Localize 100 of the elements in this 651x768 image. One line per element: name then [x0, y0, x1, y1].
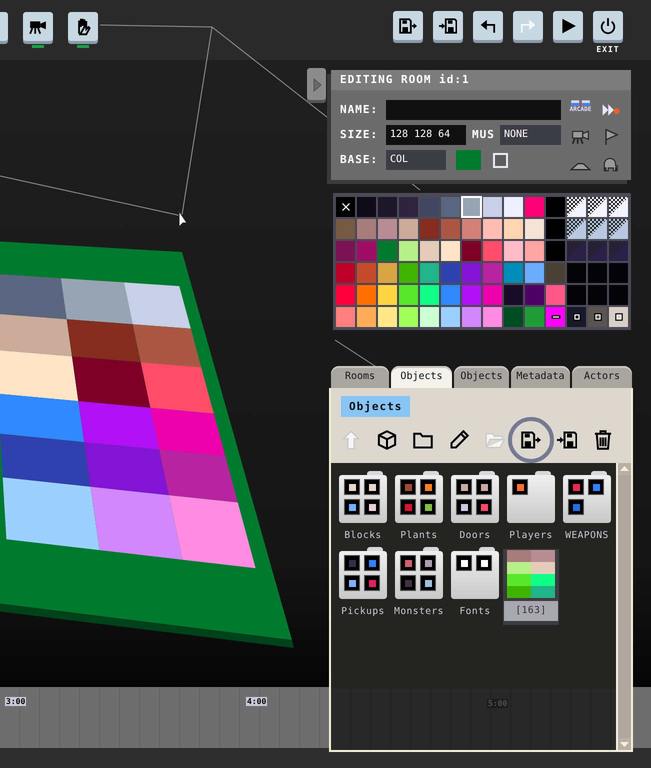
color-swatch[interactable]: [504, 307, 523, 327]
play-button[interactable]: [553, 11, 583, 40]
color-swatch[interactable]: [336, 285, 355, 305]
color-swatch[interactable]: [567, 197, 586, 217]
collapse-button[interactable]: [307, 68, 326, 100]
color-swatch[interactable]: [504, 241, 523, 261]
color-swatch[interactable]: [378, 307, 397, 327]
folder-item[interactable]: Blocks: [335, 473, 391, 549]
color-swatch[interactable]: [483, 197, 502, 217]
color-swatch[interactable]: [420, 219, 439, 239]
folder-item[interactable]: Doors: [447, 473, 503, 549]
color-swatch[interactable]: [525, 307, 544, 327]
color-swatch[interactable]: [609, 263, 628, 283]
color-swatch[interactable]: [456, 150, 481, 170]
color-swatch[interactable]: [399, 219, 418, 239]
color-swatch[interactable]: [483, 219, 502, 239]
color-swatch[interactable]: [525, 263, 544, 283]
color-swatch[interactable]: [378, 241, 397, 261]
color-swatch[interactable]: [504, 285, 523, 305]
folder-item[interactable]: Fonts: [447, 549, 503, 625]
color-swatch[interactable]: [441, 263, 460, 283]
tab[interactable]: Actors: [572, 366, 632, 388]
color-swatch[interactable]: [609, 307, 628, 327]
scroll-down-icon[interactable]: [618, 738, 631, 750]
color-swatch[interactable]: [441, 197, 460, 217]
color-swatch[interactable]: [462, 241, 481, 261]
color-swatch[interactable]: [588, 219, 607, 239]
undo-button[interactable]: [473, 11, 503, 40]
color-swatch[interactable]: [546, 307, 565, 327]
color-swatch[interactable]: [336, 263, 355, 283]
scrollbar[interactable]: [616, 463, 631, 750]
color-swatch[interactable]: [546, 241, 565, 261]
color-swatch[interactable]: [378, 219, 397, 239]
hand-tool-button[interactable]: [68, 12, 98, 41]
tab[interactable]: Rooms: [331, 366, 389, 388]
save-in-button[interactable]: [433, 11, 463, 40]
color-swatch[interactable]: [588, 307, 607, 327]
camera-tool-button[interactable]: [23, 12, 53, 41]
color-swatch[interactable]: [609, 285, 628, 305]
color-swatch[interactable]: [357, 263, 376, 283]
color-swatch[interactable]: [504, 263, 523, 283]
color-swatch[interactable]: [588, 241, 607, 261]
color-swatch[interactable]: [336, 219, 355, 239]
size-field[interactable]: 128 128 64: [386, 125, 466, 145]
color-swatch[interactable]: [483, 263, 502, 283]
scroll-up-icon[interactable]: [618, 463, 631, 475]
color-swatch[interactable]: [504, 219, 523, 239]
color-swatch[interactable]: [336, 307, 355, 327]
color-swatch[interactable]: [504, 197, 523, 217]
color-swatch[interactable]: [567, 263, 586, 283]
color-swatch[interactable]: [567, 241, 586, 261]
tab[interactable]: Objects: [391, 366, 452, 388]
color-swatch[interactable]: [462, 285, 481, 305]
tab[interactable]: Metadata: [511, 366, 570, 388]
color-swatch[interactable]: [336, 241, 355, 261]
color-swatch[interactable]: [441, 307, 460, 327]
color-swatch[interactable]: [525, 241, 544, 261]
color-swatch[interactable]: [441, 241, 460, 261]
color-swatch[interactable]: [378, 285, 397, 305]
color-swatch[interactable]: [546, 263, 565, 283]
color-swatch[interactable]: [525, 197, 544, 217]
color-swatch[interactable]: [378, 197, 397, 217]
color-swatch[interactable]: [462, 263, 481, 283]
base-field[interactable]: COL: [386, 150, 446, 170]
color-swatch[interactable]: [483, 241, 502, 261]
color-swatch[interactable]: [399, 197, 418, 217]
tab[interactable]: Objects: [454, 366, 509, 388]
folder-item[interactable]: Pickups: [335, 549, 391, 625]
color-swatch[interactable]: [567, 285, 586, 305]
color-swatch[interactable]: [357, 285, 376, 305]
color-swatch[interactable]: [441, 219, 460, 239]
color-swatch[interactable]: [567, 219, 586, 239]
folder-item[interactable]: Monsters: [391, 549, 447, 625]
palette-item[interactable]: [163]: [503, 549, 559, 625]
color-swatch[interactable]: [483, 307, 502, 327]
checkbox[interactable]: [493, 152, 508, 168]
color-swatch[interactable]: [546, 219, 565, 239]
music-field[interactable]: NONE: [500, 125, 561, 145]
color-swatch[interactable]: [357, 241, 376, 261]
color-swatch[interactable]: [420, 241, 439, 261]
color-swatch[interactable]: [588, 285, 607, 305]
color-swatch[interactable]: [399, 263, 418, 283]
folder-item[interactable]: Players: [503, 473, 559, 549]
color-swatch[interactable]: [420, 307, 439, 327]
color-swatch[interactable]: [357, 197, 376, 217]
color-swatch[interactable]: [420, 285, 439, 305]
clear-color-button[interactable]: [336, 197, 355, 217]
save-out-button[interactable]: [393, 11, 423, 40]
power-button[interactable]: [593, 11, 623, 40]
color-swatch[interactable]: [609, 197, 628, 217]
folder-item[interactable]: Plants: [391, 473, 447, 549]
color-swatch[interactable]: [609, 219, 628, 239]
color-swatch[interactable]: [399, 307, 418, 327]
color-swatch[interactable]: [420, 263, 439, 283]
color-swatch[interactable]: [609, 241, 628, 261]
color-swatch[interactable]: [357, 219, 376, 239]
color-swatch[interactable]: [399, 285, 418, 305]
color-swatch[interactable]: [399, 241, 418, 261]
color-swatch[interactable]: [378, 263, 397, 283]
name-field[interactable]: [386, 100, 561, 120]
